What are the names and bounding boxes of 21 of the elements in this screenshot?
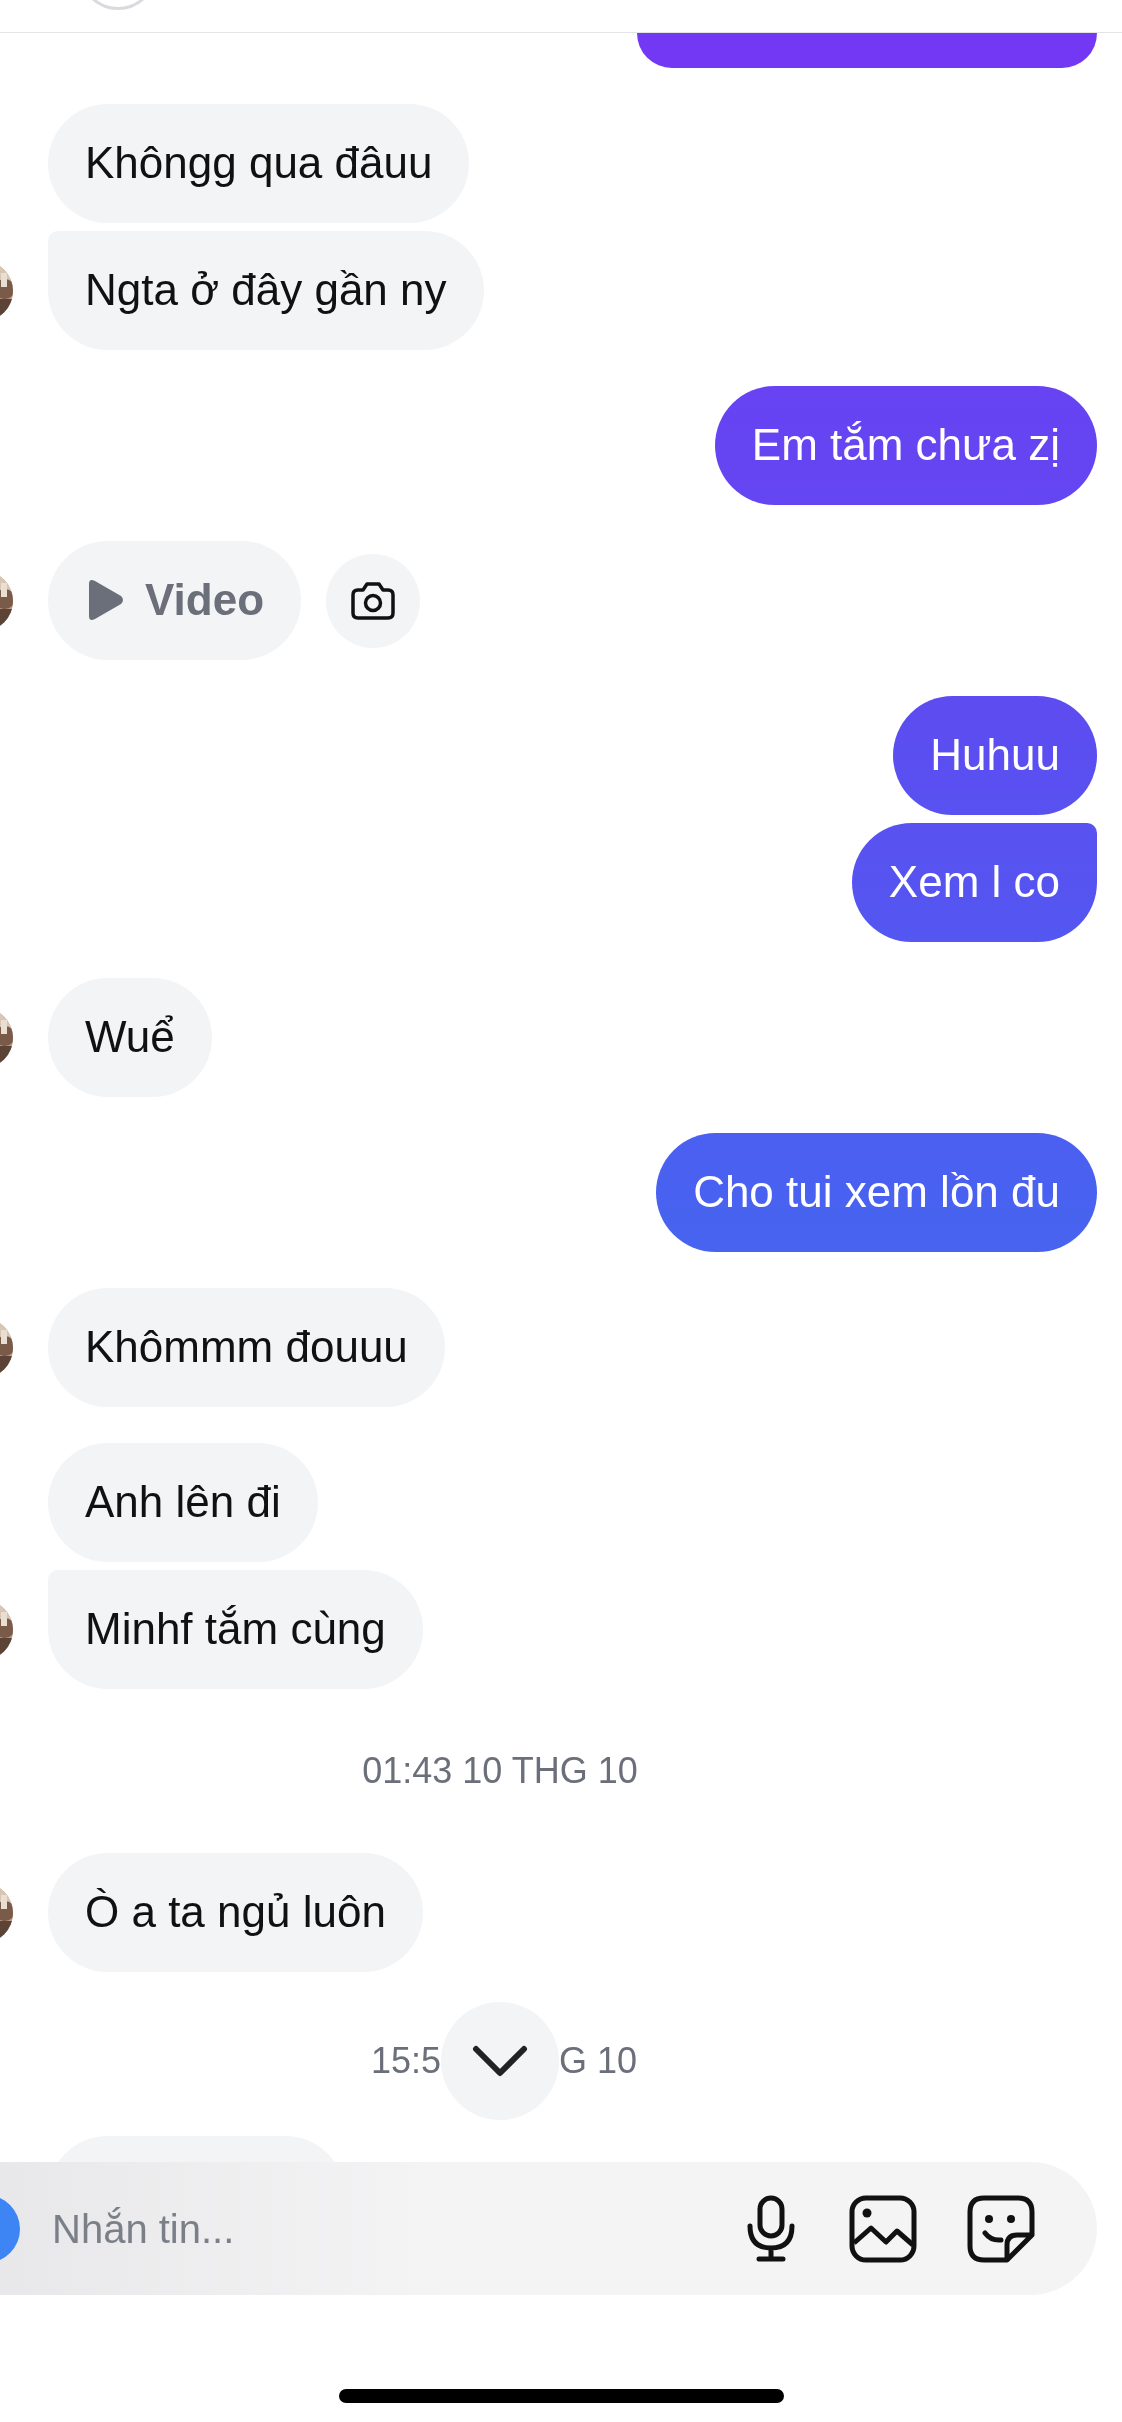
- message-bubble: Wuể: [48, 978, 212, 1097]
- chevron-down-icon: [470, 2043, 530, 2079]
- timestamp: 15:5: [370, 2039, 441, 2083]
- message-bubble: Khôngg qua đâuu: [48, 104, 470, 223]
- message-bubble: Ò a ta ngủ luôn: [48, 1853, 423, 1972]
- video-message[interactable]: Video: [48, 541, 301, 660]
- message-bubble: Xem l co: [851, 823, 1097, 942]
- message-bubble: Cho tui xem lồn đu: [656, 1133, 1097, 1252]
- message-bubble: Minhf tắm cùng: [48, 1570, 423, 1689]
- message-bubble: Ngta ở đây gần ny: [48, 231, 484, 350]
- message-bubble: Huhuu: [893, 696, 1097, 815]
- image-icon[interactable]: [849, 2194, 917, 2263]
- timestamp: G 10: [559, 2039, 638, 2083]
- message-bubble: Em tắm chưa zị: [714, 386, 1097, 505]
- sticker-icon[interactable]: [967, 2194, 1035, 2263]
- message-composer[interactable]: Nhắn tin...: [0, 2162, 1097, 2295]
- camera-icon: [350, 580, 396, 621]
- message-input[interactable]: Nhắn tin...: [50, 2197, 743, 2260]
- message-bubble: Khômmm đouuu: [48, 1288, 445, 1407]
- message-bubble: Anh lên đi: [48, 1443, 318, 1562]
- timestamp: 01:43 10 THG 10: [362, 1749, 638, 1793]
